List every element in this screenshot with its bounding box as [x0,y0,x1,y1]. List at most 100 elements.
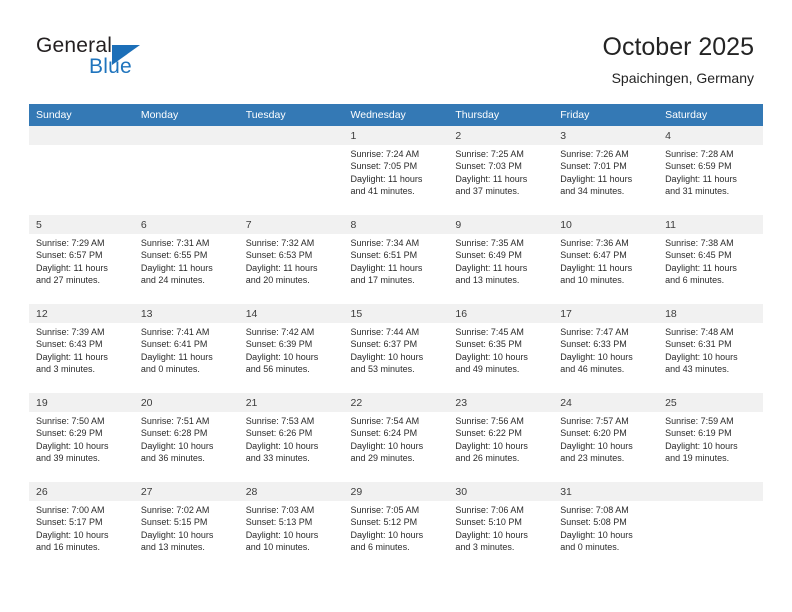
day-cell[interactable] [238,126,344,215]
day-details: Sunrise: 7:35 AM Sunset: 6:49 PM Dayligh… [448,234,553,287]
daylight-text-line1: Daylight: 10 hours [455,351,528,362]
weekday-header-monday: Monday [133,104,239,126]
day-cell[interactable]: 27 Sunrise: 7:02 AM Sunset: 5:15 PM Dayl… [133,482,239,571]
daylight-text-line1: Daylight: 10 hours [560,351,633,362]
sunrise-text: Sunrise: 7:35 AM [455,238,524,248]
sunset-text: Sunset: 6:57 PM [36,250,103,261]
sunrise-text: Sunrise: 7:03 AM [245,505,315,515]
day-number: 21 [238,393,344,412]
day-cell[interactable]: 15 Sunrise: 7:44 AM Sunset: 6:37 PM Dayl… [343,304,449,393]
sunset-text: Sunset: 6:51 PM [350,250,418,261]
sunset-text: Sunset: 6:24 PM [350,428,418,439]
sunrise-text: Sunrise: 7:48 AM [665,327,734,337]
day-cell[interactable]: 1 Sunrise: 7:24 AM Sunset: 7:05 PM Dayli… [343,126,449,215]
day-number: 1 [343,126,449,145]
sunrise-text: Sunrise: 7:02 AM [140,505,210,515]
day-number: 3 [553,126,659,145]
day-number [238,126,344,145]
day-cell[interactable]: 6 Sunrise: 7:31 AM Sunset: 6:55 PM Dayli… [133,215,239,304]
sunset-text: Sunset: 6:31 PM [665,339,732,350]
calendar-header-row: Sunday Monday Tuesday Wednesday Thursday… [29,104,763,126]
day-details: Sunrise: 7:59 AM Sunset: 6:19 PM Dayligh… [658,412,763,465]
daylight-text-line1: Daylight: 11 hours [36,262,108,273]
daylight-text-line2: and 10 minutes. [560,275,625,286]
sunrise-text: Sunrise: 7:44 AM [350,327,420,337]
day-details: Sunrise: 7:28 AM Sunset: 6:59 PM Dayligh… [658,145,763,198]
day-cell[interactable]: 5 Sunrise: 7:29 AM Sunset: 6:57 PM Dayli… [29,215,134,304]
calendar-table: Sunday Monday Tuesday Wednesday Thursday… [29,104,763,571]
day-cell[interactable]: 25 Sunrise: 7:59 AM Sunset: 6:19 PM Dayl… [658,393,763,482]
day-cell[interactable]: 2 Sunrise: 7:25 AM Sunset: 7:03 PM Dayli… [448,126,554,215]
calendar-page: General Blue October 2025 Spaichingen, G… [0,0,792,612]
daylight-text-line1: Daylight: 11 hours [350,173,423,184]
day-cell[interactable]: 16 Sunrise: 7:45 AM Sunset: 6:35 PM Dayl… [448,304,554,393]
day-details [239,145,344,148]
sunrise-text: Sunrise: 7:42 AM [245,327,315,337]
sunset-text: Sunset: 6:45 PM [665,250,732,261]
day-cell[interactable]: 22 Sunrise: 7:54 AM Sunset: 6:24 PM Dayl… [343,393,449,482]
sunset-text: Sunset: 5:17 PM [36,517,103,528]
daylight-text-line1: Daylight: 10 hours [350,351,424,362]
day-cell[interactable]: 14 Sunrise: 7:42 AM Sunset: 6:39 PM Dayl… [238,304,344,393]
day-details: Sunrise: 7:06 AM Sunset: 5:10 PM Dayligh… [448,501,553,554]
day-details: Sunrise: 7:03 AM Sunset: 5:13 PM Dayligh… [239,501,344,554]
day-number: 17 [553,304,659,323]
sunrise-text: Sunrise: 7:39 AM [36,327,105,337]
daylight-text-line2: and 16 minutes. [36,542,101,553]
day-cell[interactable]: 21 Sunrise: 7:53 AM Sunset: 6:26 PM Dayl… [238,393,344,482]
day-cell[interactable]: 12 Sunrise: 7:39 AM Sunset: 6:43 PM Dayl… [29,304,134,393]
daylight-text-line1: Daylight: 11 hours [560,173,633,184]
day-cell[interactable]: 26 Sunrise: 7:00 AM Sunset: 5:17 PM Dayl… [29,482,134,571]
general-blue-logo[interactable]: General Blue [36,34,266,84]
day-cell[interactable]: 31 Sunrise: 7:08 AM Sunset: 5:08 PM Dayl… [553,482,659,571]
sunset-text: Sunset: 5:13 PM [245,517,313,528]
day-cell[interactable]: 11 Sunrise: 7:38 AM Sunset: 6:45 PM Dayl… [658,215,763,304]
day-cell[interactable]: 8 Sunrise: 7:34 AM Sunset: 6:51 PM Dayli… [343,215,449,304]
day-cell[interactable]: 9 Sunrise: 7:35 AM Sunset: 6:49 PM Dayli… [448,215,554,304]
daylight-text-line1: Daylight: 11 hours [350,262,423,273]
sunrise-text: Sunrise: 7:34 AM [350,238,420,248]
sunrise-text: Sunrise: 7:32 AM [245,238,315,248]
day-cell[interactable]: 17 Sunrise: 7:47 AM Sunset: 6:33 PM Dayl… [553,304,659,393]
day-cell[interactable]: 13 Sunrise: 7:41 AM Sunset: 6:41 PM Dayl… [133,304,239,393]
sunrise-text: Sunrise: 7:57 AM [560,416,629,426]
day-number [658,482,763,501]
sunrise-text: Sunrise: 7:45 AM [455,327,524,337]
day-details: Sunrise: 7:53 AM Sunset: 6:26 PM Dayligh… [239,412,344,465]
day-cell[interactable] [29,126,134,215]
day-number: 25 [658,393,763,412]
sunrise-text: Sunrise: 7:59 AM [665,416,734,426]
day-number: 24 [553,393,659,412]
day-cell[interactable]: 10 Sunrise: 7:36 AM Sunset: 6:47 PM Dayl… [553,215,659,304]
sunset-text: Sunset: 6:20 PM [560,428,627,439]
day-details: Sunrise: 7:34 AM Sunset: 6:51 PM Dayligh… [344,234,449,287]
day-number: 28 [238,482,344,501]
day-cell[interactable]: 18 Sunrise: 7:48 AM Sunset: 6:31 PM Dayl… [658,304,763,393]
sunrise-text: Sunrise: 7:50 AM [36,416,105,426]
day-cell[interactable]: 28 Sunrise: 7:03 AM Sunset: 5:13 PM Dayl… [238,482,344,571]
daylight-text-line2: and 33 minutes. [245,453,310,464]
day-cell[interactable]: 19 Sunrise: 7:50 AM Sunset: 6:29 PM Dayl… [29,393,134,482]
day-cell[interactable] [658,482,763,571]
weekday-header-tuesday: Tuesday [238,104,344,126]
day-cell[interactable]: 24 Sunrise: 7:57 AM Sunset: 6:20 PM Dayl… [553,393,659,482]
day-cell[interactable]: 3 Sunrise: 7:26 AM Sunset: 7:01 PM Dayli… [553,126,659,215]
daylight-text-line1: Daylight: 10 hours [140,440,214,451]
daylight-text-line1: Daylight: 11 hours [665,262,737,273]
day-cell[interactable]: 4 Sunrise: 7:28 AM Sunset: 6:59 PM Dayli… [658,126,763,215]
day-cell[interactable]: 23 Sunrise: 7:56 AM Sunset: 6:22 PM Dayl… [448,393,554,482]
day-details: Sunrise: 7:41 AM Sunset: 6:41 PM Dayligh… [134,323,239,376]
day-cell[interactable]: 20 Sunrise: 7:51 AM Sunset: 6:28 PM Dayl… [133,393,239,482]
day-cell[interactable] [133,126,239,215]
weekday-header-wednesday: Wednesday [343,104,449,126]
day-cell[interactable]: 30 Sunrise: 7:06 AM Sunset: 5:10 PM Dayl… [448,482,554,571]
day-number: 8 [343,215,449,234]
sunset-text: Sunset: 6:33 PM [560,339,627,350]
week-row: 1 Sunrise: 7:24 AM Sunset: 7:05 PM Dayli… [29,126,763,215]
day-cell[interactable]: 29 Sunrise: 7:05 AM Sunset: 5:12 PM Dayl… [343,482,449,571]
day-cell[interactable]: 7 Sunrise: 7:32 AM Sunset: 6:53 PM Dayli… [238,215,344,304]
day-number [133,126,239,145]
daylight-text-line2: and 37 minutes. [455,186,520,197]
week-row: 19 Sunrise: 7:50 AM Sunset: 6:29 PM Dayl… [29,393,763,482]
day-number: 26 [29,482,134,501]
